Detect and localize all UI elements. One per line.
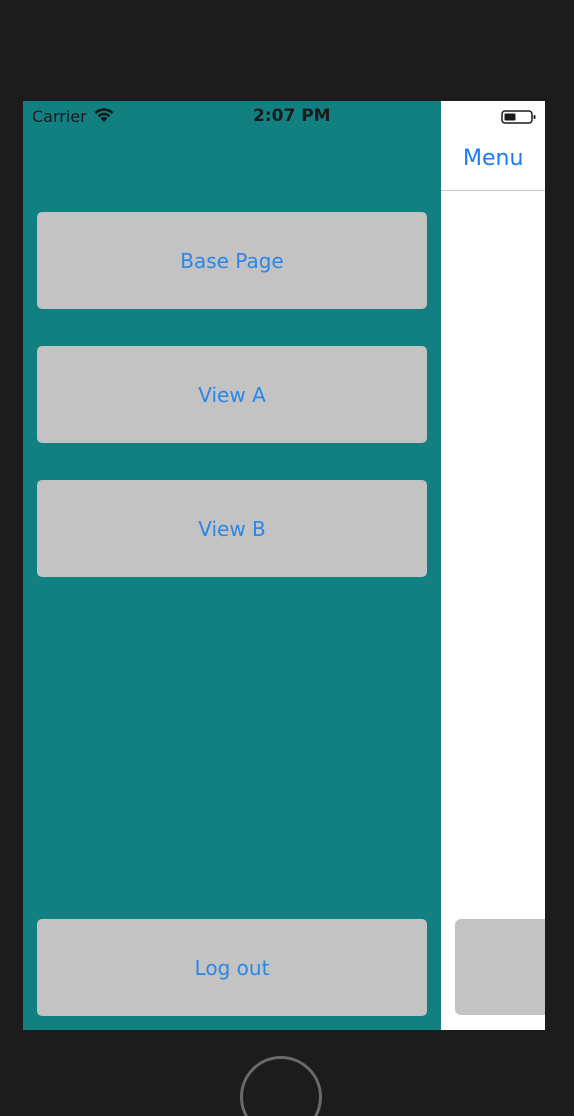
phone-screen: Menu Carrier Base Page View A View B Log… (23, 101, 545, 1030)
device-corner-highlight (551, 0, 574, 35)
log-out-label: Log out (194, 955, 270, 980)
menu-toggle-button[interactable]: Menu (463, 146, 523, 171)
home-button[interactable] (240, 1056, 322, 1116)
base-page-label: Base Page (180, 248, 284, 273)
carrier-label: Carrier (32, 107, 87, 126)
detail-page: Menu (441, 101, 545, 1030)
wifi-icon (94, 108, 114, 122)
phone-device: Menu Carrier Base Page View A View B Log… (0, 0, 574, 1116)
log-out-button[interactable]: Log out (37, 919, 427, 1016)
status-time: 2:07 PM (253, 106, 331, 126)
detail-page-button[interactable] (455, 919, 545, 1015)
view-a-label: View A (198, 382, 266, 407)
view-a-button[interactable]: View A (37, 346, 427, 443)
flyout-menu: Carrier Base Page View A View B Log out (23, 101, 441, 1030)
view-b-label: View B (198, 516, 266, 541)
view-b-button[interactable]: View B (37, 480, 427, 577)
battery-icon (501, 110, 536, 124)
base-page-button[interactable]: Base Page (37, 212, 427, 309)
